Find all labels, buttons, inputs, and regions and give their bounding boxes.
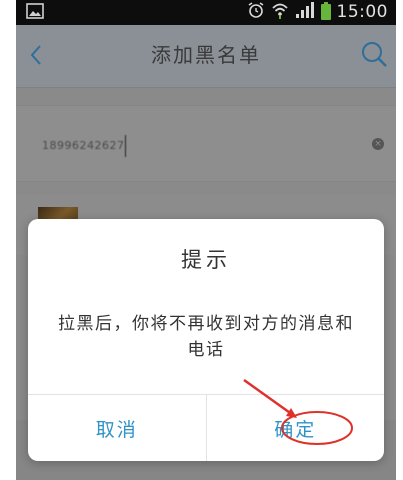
cancel-button[interactable]: 取消 [28, 395, 206, 461]
dialog-button-bar: 取消 确定 [28, 394, 384, 461]
status-bar: 15:00 [16, 0, 396, 25]
status-time: 15:00 [336, 2, 388, 22]
text-caret [125, 135, 127, 157]
alarm-icon [247, 1, 265, 23]
confirm-button[interactable]: 确定 [205, 395, 385, 461]
confirm-dialog: 提示 拉黑后，你将不再收到对方的消息和电话 取消 确定 [28, 219, 384, 461]
clear-icon[interactable]: × [372, 138, 384, 150]
phone-number-input[interactable]: 18996242627 [42, 135, 127, 157]
wifi-icon [271, 1, 289, 23]
phone-number-input-row[interactable]: 18996242627 × [16, 105, 396, 182]
dialog-message: 拉黑后，你将不再收到对方的消息和电话 [58, 314, 354, 360]
image-icon [26, 3, 44, 23]
battery-icon [320, 2, 331, 20]
signal-icon [295, 1, 315, 23]
search-icon[interactable] [360, 40, 388, 72]
top-navigation-bar: 添加黑名单 [16, 25, 396, 88]
phone-screen: 15:00 添加黑名单 18996242627 × 提示 拉黑后，你将不再收到对… [16, 0, 396, 480]
dialog-title: 提示 [181, 248, 231, 272]
phone-number-value: 18996242627 [42, 139, 125, 152]
confirm-button-label: 确定 [274, 418, 317, 441]
page-title: 添加黑名单 [151, 43, 261, 67]
